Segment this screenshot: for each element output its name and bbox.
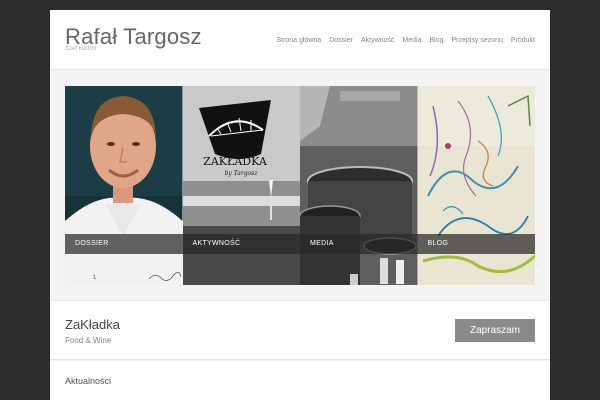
- sketch-artwork-image: [417, 86, 535, 285]
- panel-label-activity: AKTYWNOŚĆ: [192, 240, 241, 247]
- logo-text: ZAKŁADKA: [203, 155, 268, 168]
- site-description: Szef kuchni: [65, 46, 97, 52]
- panel-label-bar: DOSSIER: [65, 234, 183, 254]
- site-header: Rafał Targosz Szef kuchni Strona główna …: [50, 10, 550, 70]
- panel-media[interactable]: MEDIA: [300, 86, 418, 285]
- panel-label-dossier: DOSSIER: [75, 240, 109, 247]
- nav-item-product[interactable]: Produkt: [511, 37, 535, 44]
- panel-dossier[interactable]: DOSSIER 1: [65, 86, 183, 285]
- main-nav: Strona główna Dossier Aktywność Media Bl…: [276, 37, 535, 44]
- nav-item-home[interactable]: Strona główna: [276, 37, 321, 44]
- chef-portrait-image: [65, 86, 183, 285]
- panel-label-media: MEDIA: [310, 240, 334, 247]
- invite-button[interactable]: Zapraszam: [455, 319, 535, 342]
- featured-cta: ZaKładka Food & Wine Zapraszam: [50, 300, 550, 360]
- restaurant-logo-image: ZAKŁADKA by Targosz: [182, 86, 300, 285]
- page: Rafał Targosz Szef kuchni Strona główna …: [50, 10, 550, 400]
- logo-subtext: by Targosz: [224, 170, 258, 177]
- panel-blog[interactable]: BLOG: [417, 86, 535, 285]
- news-section: Aktualności: [50, 361, 550, 400]
- panel-label-blog: BLOG: [427, 240, 449, 247]
- panel-pager[interactable]: 1: [93, 275, 96, 281]
- nav-item-blog[interactable]: Blog: [430, 37, 444, 44]
- panel-label-bar: MEDIA: [300, 234, 418, 254]
- news-heading: Aktualności: [65, 376, 112, 386]
- panel-label-bar: BLOG: [417, 234, 535, 254]
- cta-subtitle: Food & Wine: [65, 336, 112, 345]
- cta-title: ZaKładka: [65, 317, 120, 332]
- nav-item-dossier[interactable]: Dossier: [329, 37, 353, 44]
- nav-item-media[interactable]: Media: [402, 37, 421, 44]
- feature-panels: DOSSIER 1 ZAKŁADKA by Targosz AKTYWNOŚĆ …: [65, 86, 535, 285]
- nav-item-seasonal-recipes[interactable]: Przepisy sezonu: [452, 37, 503, 44]
- panel-activity[interactable]: ZAKŁADKA by Targosz AKTYWNOŚĆ: [182, 86, 300, 285]
- nav-item-activity[interactable]: Aktywność: [361, 37, 394, 44]
- kitchen-pots-image: [300, 86, 418, 285]
- panel-label-bar: AKTYWNOŚĆ: [182, 234, 300, 254]
